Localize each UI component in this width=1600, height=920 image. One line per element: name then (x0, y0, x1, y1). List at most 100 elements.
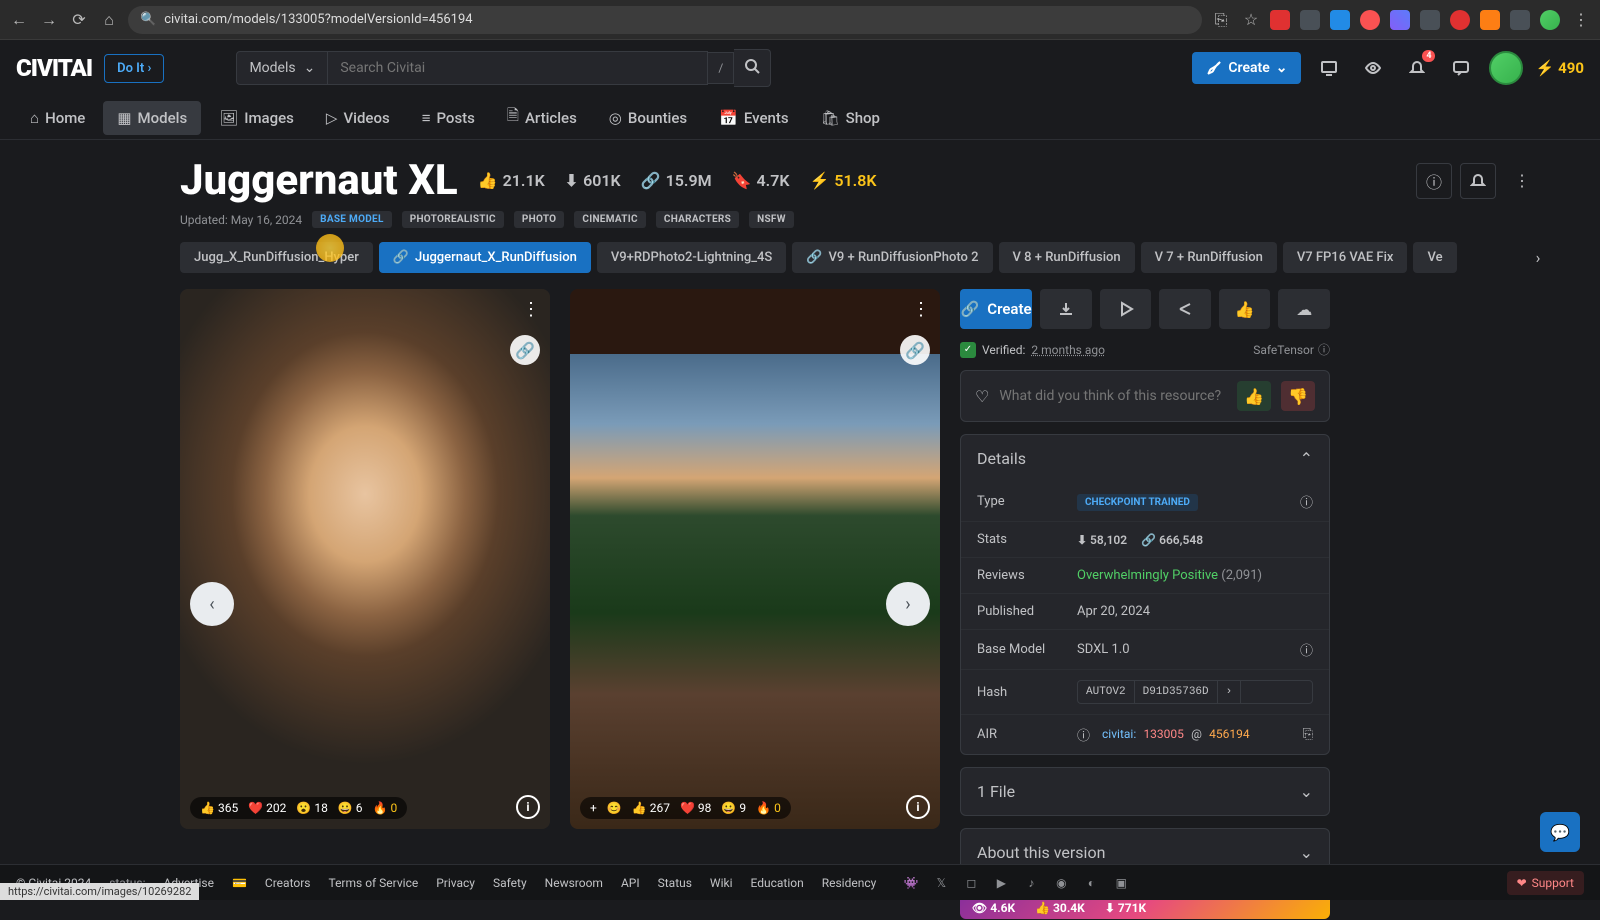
install-icon[interactable]: ⎘ (1210, 9, 1232, 31)
link-icon[interactable]: 🔗 (510, 335, 540, 365)
footer-link[interactable]: Newsroom (545, 876, 603, 890)
chat-fab[interactable]: 💬 (1540, 812, 1580, 852)
gallery-card[interactable]: ⋮ 🔗 👍365 ❤️202 😮18 😀6 🔥0 i (180, 289, 550, 829)
monitor-icon[interactable] (1313, 52, 1345, 84)
footer-link[interactable]: Terms of Service (328, 876, 418, 890)
tag[interactable]: PHOTO (514, 211, 565, 228)
home-icon[interactable]: ⌂ (98, 9, 120, 31)
create-resource-button[interactable]: 🔗 Create (960, 289, 1032, 329)
footer-link[interactable]: Residency (822, 876, 877, 890)
ext-icon[interactable] (1360, 10, 1380, 30)
doit-button[interactable]: Do It › (104, 54, 164, 83)
menu-icon[interactable]: ⋮ (1570, 9, 1592, 31)
create-button[interactable]: Create ⌄ (1192, 52, 1301, 84)
react-add[interactable]: + (590, 801, 597, 815)
info-icon[interactable]: ⓘ (1300, 492, 1313, 511)
stat-bookmarks[interactable]: 🔖 4.7K (732, 171, 790, 190)
address-bar[interactable]: 🔍civitai.com/models/133005?modelVersionI… (128, 6, 1202, 34)
search-input[interactable] (328, 51, 708, 85)
version-tab[interactable]: V 8 + RunDiffusion (999, 242, 1135, 273)
review-input[interactable] (999, 388, 1227, 404)
tag[interactable]: NSFW (749, 211, 794, 228)
github-icon[interactable]: ◐ (1082, 874, 1100, 892)
footer-link[interactable]: Creators (265, 876, 311, 890)
info-icon[interactable]: i (516, 795, 540, 819)
info-button[interactable]: ⓘ (1416, 163, 1452, 199)
logo[interactable]: CIVITAI (16, 54, 92, 82)
tag[interactable]: PHOTOREALISTIC (402, 211, 504, 228)
card-menu-icon[interactable]: ⋮ (522, 299, 540, 320)
ext-icon[interactable] (1420, 10, 1440, 30)
tag[interactable]: BASE MODEL (312, 211, 392, 228)
version-tab-active[interactable]: 🔗 Juggernaut_X_RunDiffusion (379, 242, 591, 273)
reactions-bar[interactable]: + 😊 👍267 ❤️98 😀9 🔥0 (580, 797, 791, 819)
versions-next-icon[interactable]: › (1516, 246, 1540, 270)
ext-icon[interactable] (1450, 10, 1470, 30)
tag[interactable]: CINEMATIC (574, 211, 645, 228)
stat-likes[interactable]: 👍 21.1K (478, 171, 545, 190)
gallery-card[interactable]: ⋮ 🔗 + 😊 👍267 ❤️98 😀9 🔥0 i (570, 289, 940, 829)
stat-downloads[interactable]: ⬇ 601K (565, 171, 621, 190)
card-menu-icon[interactable]: ⋮ (912, 299, 930, 320)
version-tab[interactable]: V9+RDPhoto2-Lightning_4S (597, 242, 786, 273)
version-tab[interactable]: 🔗 V9 + RunDiffusionPhoto 2 (792, 242, 992, 273)
cloud-button[interactable]: ☁ (1278, 289, 1330, 329)
discord-icon[interactable]: 👾 (902, 874, 920, 892)
footer-link[interactable]: Wiki (710, 876, 733, 890)
nav-models[interactable]: ▦ Models (103, 101, 201, 135)
avatar[interactable] (1489, 51, 1523, 85)
info-icon[interactable]: i (906, 795, 930, 819)
version-tab[interactable]: Ve (1413, 242, 1456, 273)
more-button[interactable]: ⋮ (1504, 163, 1540, 199)
footer-link[interactable]: Privacy (436, 876, 475, 890)
instagram-icon[interactable]: ◻ (962, 874, 980, 892)
reddit-icon[interactable]: ◉ (1052, 874, 1070, 892)
eye-icon[interactable] (1357, 52, 1389, 84)
search-button[interactable] (734, 49, 771, 87)
footer-link[interactable]: API (621, 876, 640, 890)
copy-icon[interactable]: ⎘ (1303, 727, 1313, 742)
run-button[interactable] (1100, 289, 1152, 329)
youtube-icon[interactable]: ▶ (992, 874, 1010, 892)
stat-links[interactable]: 🔗 15.9M (641, 171, 712, 190)
hash-box[interactable]: AUTOV2D91D35736D› (1077, 680, 1313, 704)
search-category[interactable]: Models ⌄ (236, 51, 328, 85)
back-icon[interactable]: ← (8, 9, 30, 31)
verified-link[interactable]: 2 months ago (1031, 343, 1105, 357)
footer-link[interactable]: Safety (493, 876, 527, 890)
tiktok-icon[interactable]: ♪ (1022, 874, 1040, 892)
nav-events[interactable]: 📅 Events (705, 101, 802, 135)
nav-bounties[interactable]: ◎ Bounties (595, 101, 701, 135)
profile-icon[interactable] (1540, 10, 1560, 30)
thumbs-down-button[interactable]: 👎 (1281, 381, 1315, 411)
chat-icon[interactable] (1445, 52, 1477, 84)
info-icon[interactable]: ⓘ (1300, 640, 1313, 659)
gallery-next-button[interactable]: › (886, 582, 930, 626)
link-icon[interactable]: 🔗 (900, 335, 930, 365)
bell-icon[interactable]: 4 (1401, 52, 1433, 84)
download-button[interactable] (1040, 289, 1092, 329)
ext-adblock-icon[interactable] (1270, 10, 1290, 30)
notify-button[interactable] (1460, 163, 1496, 199)
twitch-icon[interactable]: ▣ (1112, 874, 1130, 892)
forward-icon[interactable]: → (38, 9, 60, 31)
ext-icon[interactable] (1300, 10, 1320, 30)
buzz-balance[interactable]: ⚡490 (1535, 59, 1584, 77)
ext-icon[interactable] (1330, 10, 1350, 30)
nav-home[interactable]: ⌂ Home (16, 101, 99, 135)
like-button[interactable]: 👍 (1219, 289, 1271, 329)
footer-link[interactable]: Education (751, 876, 804, 890)
reload-icon[interactable]: ⟳ (68, 9, 90, 31)
star-icon[interactable]: ☆ (1240, 9, 1262, 31)
thumbs-up-button[interactable]: 👍 (1237, 381, 1271, 411)
footer-link[interactable]: Status (658, 876, 692, 890)
nav-articles[interactable]: 🗎 Articles (493, 97, 591, 138)
nav-videos[interactable]: ▷ Videos (312, 101, 404, 135)
nav-shop[interactable]: 🛍 Shop (807, 101, 894, 135)
nav-images[interactable]: 🖼 Images (205, 101, 308, 135)
support-button[interactable]: ❤ Support (1507, 871, 1584, 895)
ext-download-icon[interactable] (1510, 10, 1530, 30)
details-header[interactable]: Details⌃ (961, 435, 1329, 482)
x-icon[interactable]: 𝕏 (932, 874, 950, 892)
version-tab[interactable]: V 7 + RunDiffusion (1141, 242, 1277, 273)
